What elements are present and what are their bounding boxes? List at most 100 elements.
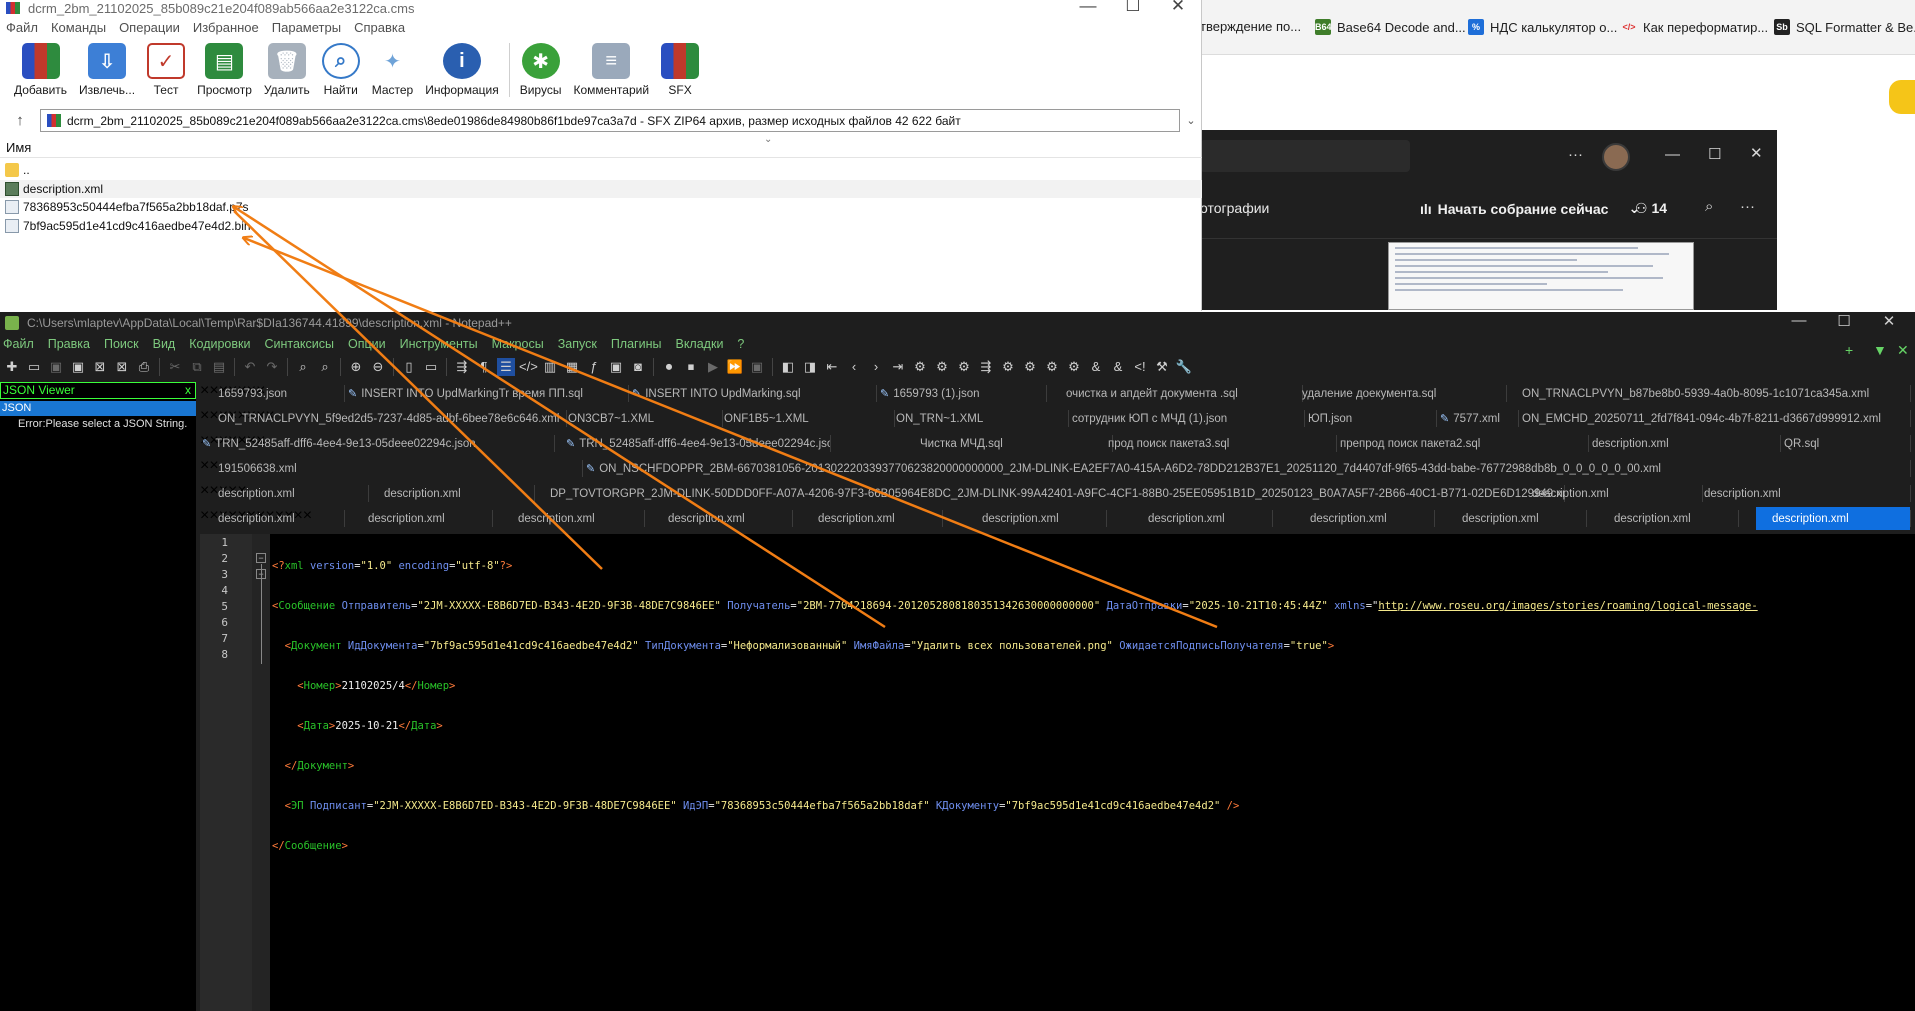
close-icon[interactable]: ✕ bbox=[1866, 312, 1912, 330]
zoom-out-icon[interactable]: ⊖ bbox=[369, 358, 387, 376]
meet-now-button[interactable]: ılı Начать собрание сейчас ⌄ bbox=[1420, 200, 1640, 217]
save-macro-icon[interactable]: ▣ bbox=[748, 358, 766, 376]
close-tab-icon[interactable]: × bbox=[200, 382, 209, 399]
maximize-icon[interactable]: ☐ bbox=[1821, 312, 1867, 330]
close-tab-icon[interactable]: × bbox=[200, 407, 209, 424]
editor-tab[interactable]: ЮП.json bbox=[1308, 407, 1436, 430]
json-root-node[interactable]: JSON bbox=[0, 401, 196, 416]
menu-operations[interactable]: Операции bbox=[119, 20, 188, 35]
first-diff-icon[interactable]: ⇤ bbox=[823, 358, 841, 376]
editor-tab[interactable]: description.xml bbox=[818, 507, 942, 530]
editor-tab[interactable]: description.xml bbox=[218, 507, 344, 530]
folder-as-workspace-icon[interactable]: ▥ bbox=[541, 358, 559, 376]
menu-settings[interactable]: Опции bbox=[348, 337, 386, 351]
file-row-signature-p7s[interactable]: 78368953c50444efba7f565a2bb18daf.p7s bbox=[0, 198, 1202, 217]
more-options-icon[interactable]: ··· bbox=[1568, 146, 1583, 163]
extract-button[interactable]: ⇩ Извлечь... bbox=[73, 43, 141, 100]
menu-edit[interactable]: Правка bbox=[48, 337, 90, 351]
wrench-icon[interactable]: 🔧 bbox=[1175, 358, 1193, 376]
save-icon[interactable]: ▣ bbox=[47, 358, 65, 376]
print-icon[interactable]: ⎙ bbox=[135, 358, 153, 376]
editor-tab[interactable]: description.xml bbox=[1532, 482, 1702, 505]
editor-tab[interactable]: description.xml bbox=[1592, 432, 1780, 455]
bookmark-item[interactable]: B64 Base64 Decode and... bbox=[1315, 19, 1466, 35]
shared-document-thumbnail[interactable] bbox=[1388, 242, 1694, 310]
wizard-button[interactable]: ✦ Мастер bbox=[366, 43, 420, 100]
show-all-chars-icon[interactable]: ¶ bbox=[475, 358, 493, 376]
add-button[interactable]: Добавить bbox=[8, 43, 73, 100]
xmlns-link[interactable]: http://www.roseu.org/images/stories/roam… bbox=[1378, 600, 1757, 612]
editor-tab[interactable]: description.xml bbox=[218, 482, 368, 505]
editor-tab[interactable]: description.xml bbox=[1704, 482, 1910, 505]
teams-photos-label[interactable]: отографии bbox=[1200, 200, 1269, 216]
editor-tab[interactable]: ✎ INSERT INTO UpdMarkingTr время ПП.sql bbox=[348, 382, 628, 405]
close-tab-icon[interactable]: × bbox=[200, 482, 209, 499]
document-map-icon[interactable]: ▦ bbox=[563, 358, 581, 376]
editor-tab[interactable]: description.xml bbox=[1462, 507, 1586, 530]
plugin-tool-icon[interactable]: ⚙ bbox=[911, 358, 929, 376]
menu-language[interactable]: Синтаксисы bbox=[264, 337, 334, 351]
plugin-tool-icon[interactable]: ⇶ bbox=[977, 358, 995, 376]
menu-help[interactable]: Справка bbox=[354, 20, 413, 35]
menu-tools[interactable]: Инструменты bbox=[400, 337, 478, 351]
minimize-icon[interactable]: — bbox=[1065, 0, 1111, 16]
close-file-icon[interactable]: ⊠ bbox=[91, 358, 109, 376]
open-file-icon[interactable]: ▭ bbox=[25, 358, 43, 376]
plugin-tool-icon[interactable]: & bbox=[1087, 358, 1105, 376]
menu-window[interactable]: Вкладки bbox=[675, 337, 723, 351]
editor-tab[interactable]: Чистка МЧД.sql bbox=[920, 432, 1112, 455]
pen-tool-icon[interactable] bbox=[1889, 80, 1915, 114]
menu-help[interactable]: ? bbox=[737, 337, 744, 351]
menu-commands[interactable]: Команды bbox=[51, 20, 114, 35]
find-button[interactable]: ⌕ Найти bbox=[316, 43, 366, 100]
menu-plugins[interactable]: Плагины bbox=[611, 337, 662, 351]
editor-tab[interactable]: ONF1B5~1.XML bbox=[724, 407, 894, 430]
play-macro-multiple-icon[interactable]: ⏩ bbox=[726, 358, 744, 376]
editor-tab[interactable]: ON3CB7~1.XML bbox=[568, 407, 722, 430]
monitor-icon[interactable]: ▣ bbox=[607, 358, 625, 376]
editor-tab[interactable]: 191506638.xml bbox=[218, 457, 582, 480]
plugin-tool-icon[interactable]: ⚙ bbox=[1043, 358, 1061, 376]
editor-tab[interactable]: ON_TRNACLPVYN_5f9ed2d5-7237-4d85-adbf-6b… bbox=[218, 407, 566, 430]
plugin-tool-icon[interactable]: ⚒ bbox=[1153, 358, 1171, 376]
last-diff-icon[interactable]: ⇥ bbox=[889, 358, 907, 376]
editor-tab[interactable]: ✎ TRN_52485aff-dff6-4ee4-9e13-05deee02294… bbox=[566, 432, 830, 455]
test-button[interactable]: ✓ Тест bbox=[141, 43, 191, 100]
xml-tag-icon[interactable]: </> bbox=[519, 358, 538, 376]
editor-tab[interactable]: DP_TOVTORGPR_2JM-DLINK-50DDD0FF-A07A-420… bbox=[550, 482, 1564, 505]
close-icon[interactable]: ✕ bbox=[1155, 0, 1201, 16]
editor-tab[interactable]: QR.sql bbox=[1784, 432, 1910, 455]
delete-button[interactable]: 🗑 Удалить bbox=[258, 43, 316, 100]
menu-options[interactable]: Параметры bbox=[272, 20, 349, 35]
save-all-icon[interactable]: ▣ bbox=[69, 358, 87, 376]
plugin-tool-icon[interactable]: ⚙ bbox=[999, 358, 1017, 376]
editor-tab[interactable]: description.xml bbox=[1756, 507, 1910, 530]
comment-button[interactable]: ≡ Комментарий bbox=[567, 43, 655, 100]
cut-icon[interactable]: ✂ bbox=[166, 358, 184, 376]
list-tabs-icon[interactable]: ▼ bbox=[1873, 342, 1887, 358]
editor-tab[interactable]: удаление доекумента.sql bbox=[1302, 382, 1506, 405]
plugin-tool-icon[interactable]: ⚙ bbox=[933, 358, 951, 376]
function-list-icon[interactable]: ƒ bbox=[585, 358, 603, 376]
participants-button[interactable]: ⚇ 14 bbox=[1635, 200, 1667, 217]
fold-toggle-icon[interactable]: − bbox=[256, 553, 266, 563]
avatar[interactable] bbox=[1602, 143, 1630, 171]
editor-tab[interactable]: ✎ 1659793 (1).json bbox=[880, 382, 1046, 405]
sync-horizontal-icon[interactable]: ▭ bbox=[422, 358, 440, 376]
menu-favorites[interactable]: Избранное bbox=[193, 20, 267, 35]
editor-tab[interactable]: description.xml bbox=[1614, 507, 1738, 530]
search-icon[interactable]: ⌕ bbox=[1705, 198, 1713, 215]
editor-tab[interactable]: description.xml bbox=[518, 507, 644, 530]
menu-macro[interactable]: Макросы bbox=[492, 337, 544, 351]
compare-icon[interactable]: ◧ bbox=[779, 358, 797, 376]
file-row-description-xml[interactable]: description.xml bbox=[0, 179, 1202, 198]
close-all-icon[interactable]: ⊠ bbox=[113, 358, 131, 376]
record-macro-icon[interactable]: ⏺ bbox=[660, 358, 678, 376]
editor-tab[interactable]: ✎ ON_NSCHFDOPPR_2BM-6670381056-2013022203… bbox=[586, 457, 1910, 480]
close-icon[interactable]: x bbox=[185, 383, 191, 398]
editor-tab[interactable]: ON_EMCHD_20250711_2fd7f841-094c-4b7f-821… bbox=[1522, 407, 1910, 430]
editor-tab[interactable]: препрод поиск пакета2.sql bbox=[1340, 432, 1588, 455]
editor-tab[interactable]: ✎ TRN_52485aff-dff6-4ee4-9e13-05deee02294… bbox=[202, 432, 554, 455]
menu-search[interactable]: Поиск bbox=[104, 337, 139, 351]
word-wrap-icon[interactable]: ⇶ bbox=[453, 358, 471, 376]
